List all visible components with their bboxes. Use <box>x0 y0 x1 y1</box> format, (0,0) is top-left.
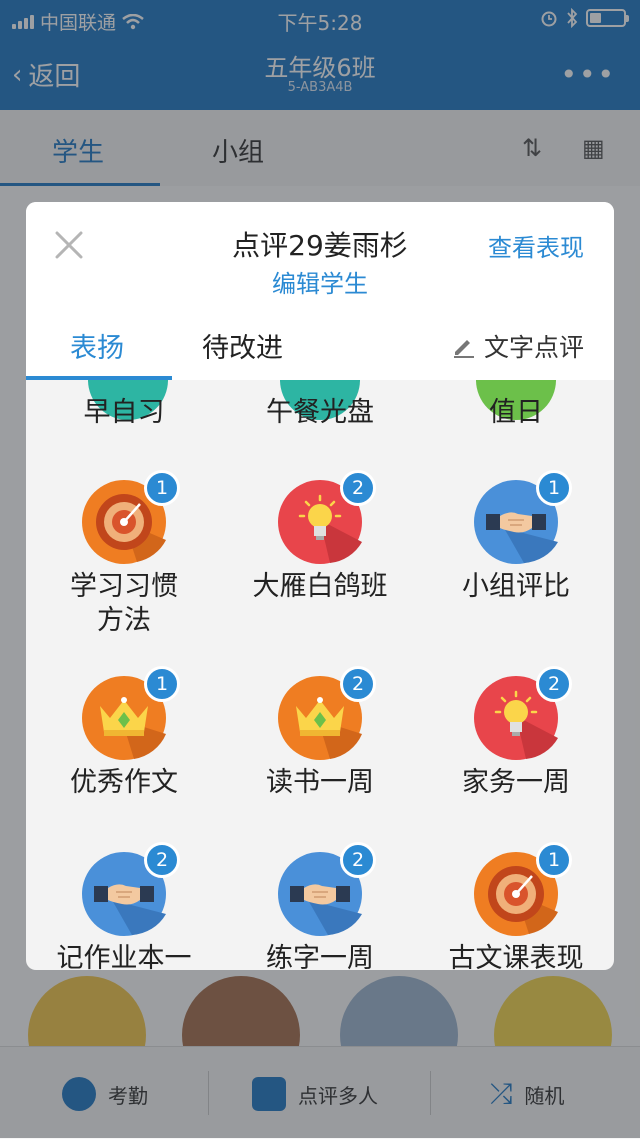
view-performance-link[interactable]: 查看表现 <box>488 228 584 263</box>
praise-item[interactable]: 2 读书一周 <box>222 666 418 800</box>
edit-student-link[interactable]: 编辑学生 <box>26 264 614 299</box>
praise-item-label: 大雁白鸽班 <box>252 571 388 602</box>
praise-item[interactable]: 2 家务一周 <box>418 666 614 800</box>
praise-item-label-line2: 方法 <box>97 605 151 636</box>
pencil-icon <box>453 340 474 358</box>
praise-item-label: 值日 <box>489 397 543 428</box>
count-badge: 1 <box>144 666 180 702</box>
praise-item-label: 午餐光盘 <box>266 397 374 428</box>
tab-improve[interactable]: 待改进 <box>202 326 283 365</box>
praise-item-label: 优秀作文 <box>70 767 178 798</box>
praise-item[interactable]: 1 古文课表现 <box>418 842 614 970</box>
praise-item[interactable]: 早自习 <box>26 396 222 430</box>
text-review-label: 文字点评 <box>483 333 584 362</box>
praise-item-label: 小组评比 <box>462 571 570 602</box>
count-badge: 2 <box>536 666 572 702</box>
count-badge: 2 <box>340 470 376 506</box>
praise-item-label: 古文课表现 <box>448 943 584 970</box>
count-badge: 2 <box>340 666 376 702</box>
praise-item[interactable]: 1 学习习惯 方法 <box>26 470 222 638</box>
praise-item[interactable]: 2 记作业本一 <box>26 842 222 970</box>
praise-item-label: 读书一周 <box>266 767 374 798</box>
praise-item[interactable]: 2 练字一周 <box>222 842 418 970</box>
praise-grid: 早自习 午餐光盘 值日 1 学习习惯 方法 2 大雁白鸽班 1 小组评比 1 优… <box>26 380 614 970</box>
praise-item-label: 早自习 <box>83 397 165 428</box>
praise-item[interactable]: 1 小组评比 <box>418 470 614 604</box>
tab-text-review[interactable]: 文字点评 <box>452 328 584 364</box>
tab-praise[interactable]: 表扬 <box>70 326 124 365</box>
count-badge: 2 <box>340 842 376 878</box>
praise-item[interactable]: 1 优秀作文 <box>26 666 222 800</box>
count-badge: 1 <box>536 470 572 506</box>
praise-item[interactable]: 午餐光盘 <box>222 396 418 430</box>
count-badge: 1 <box>536 842 572 878</box>
praise-item[interactable]: 2 大雁白鸽班 <box>222 470 418 604</box>
praise-item-label: 记作业本一 <box>56 943 192 970</box>
praise-item-label: 学习习惯 <box>70 571 178 602</box>
count-badge: 2 <box>144 842 180 878</box>
review-dialog: 点评29姜雨杉 编辑学生 查看表现 表扬 待改进 文字点评 早自习 午餐光盘 值… <box>26 202 614 970</box>
praise-item[interactable]: 值日 <box>418 396 614 430</box>
count-badge: 1 <box>144 470 180 506</box>
dialog-header: 点评29姜雨杉 编辑学生 查看表现 表扬 待改进 文字点评 <box>26 202 614 380</box>
praise-item-label: 家务一周 <box>462 767 570 798</box>
praise-item-label: 练字一周 <box>266 943 374 970</box>
